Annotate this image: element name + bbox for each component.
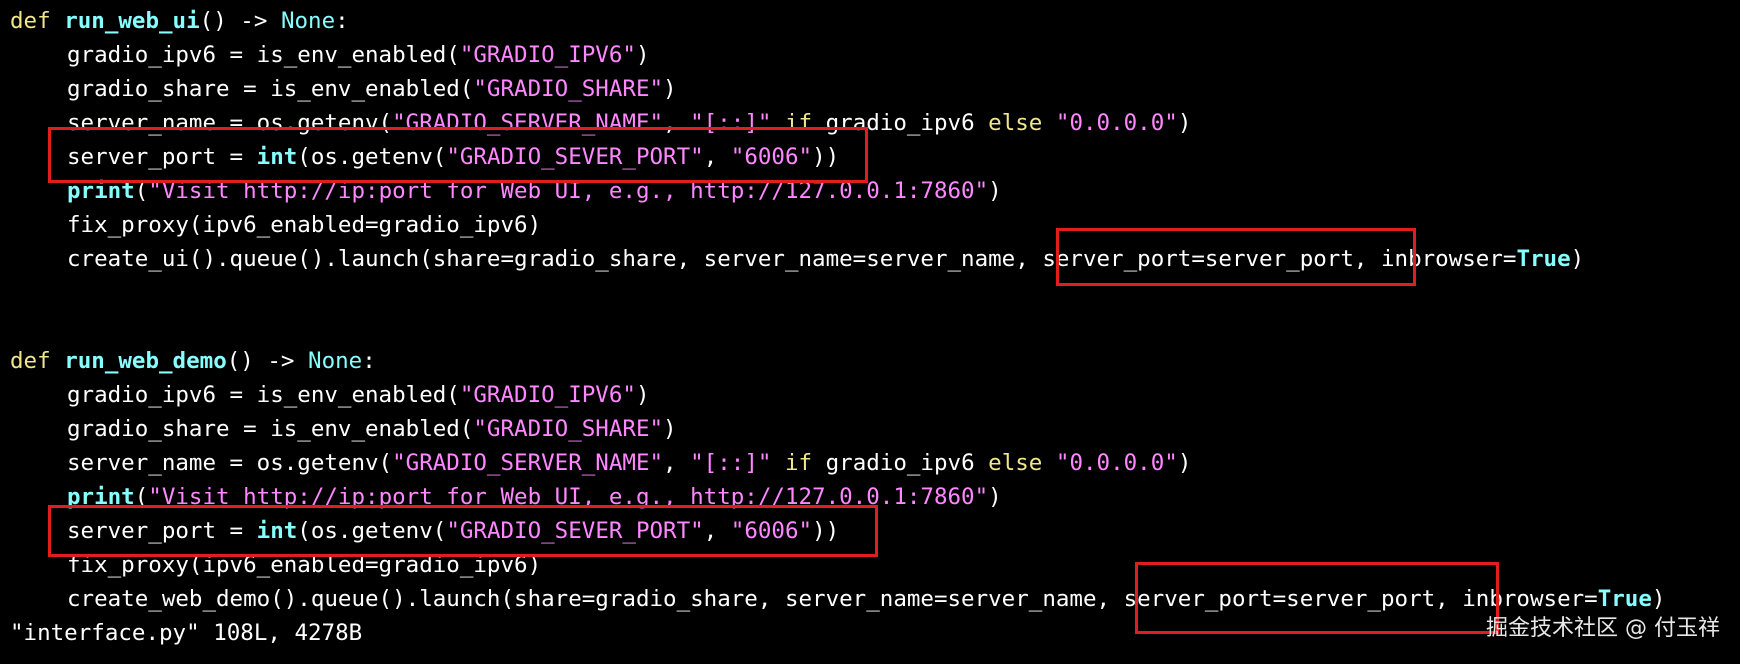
function-name: run_web_demo bbox=[64, 348, 227, 374]
code-line: gradio_ipv6 = is_env_enabled("GRADIO_IPV… bbox=[67, 382, 650, 408]
watermark-text: 掘金技术社区 @ 付玉祥 bbox=[1486, 616, 1720, 641]
code-line: fix_proxy(ipv6_enabled=gradio_ipv6) bbox=[67, 212, 542, 238]
code-line: create_ui().queue().launch(share=gradio_… bbox=[67, 246, 1585, 272]
code-line: gradio_ipv6 = is_env_enabled("GRADIO_IPV… bbox=[67, 42, 650, 68]
highlight-box-server-port-1 bbox=[48, 127, 868, 183]
keyword-def: def bbox=[10, 348, 51, 374]
status-line: "interface.py" 108L, 4278B bbox=[10, 620, 363, 646]
highlight-box-launch-port-1 bbox=[1056, 228, 1416, 286]
code-line: def run_web_demo() -> None: bbox=[10, 348, 376, 374]
highlight-box-server-port-2 bbox=[48, 505, 878, 557]
code-line: gradio_share = is_env_enabled("GRADIO_SH… bbox=[67, 76, 677, 102]
keyword-def: def bbox=[10, 8, 51, 34]
highlight-box-launch-port-2 bbox=[1135, 562, 1499, 634]
code-line: gradio_share = is_env_enabled("GRADIO_SH… bbox=[67, 416, 677, 442]
code-line: server_name = os.getenv("GRADIO_SERVER_N… bbox=[67, 450, 1192, 476]
code-line: def run_web_ui() -> None: bbox=[10, 8, 349, 34]
function-name: run_web_ui bbox=[64, 8, 200, 34]
